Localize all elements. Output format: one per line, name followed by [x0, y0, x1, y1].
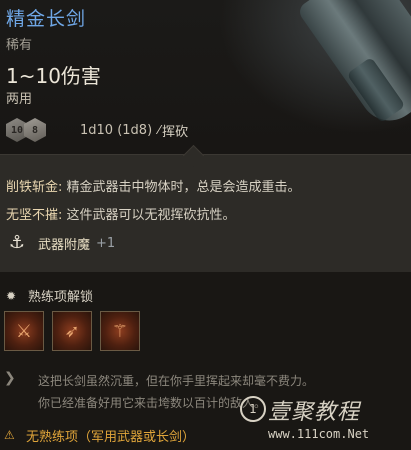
enchantment-bonus: +1	[96, 235, 116, 251]
enchantment-row: ⚓ 武器附魔 +1	[6, 232, 115, 254]
proficiency-title: 熟练项解锁	[28, 290, 94, 305]
warning-icon: ⚠	[4, 428, 15, 442]
dice-text: 1d10 (1d8)	[80, 122, 153, 138]
enchantment-label: 武器附魔	[38, 237, 91, 253]
damage-dice-row: 10 8 1d10 (1d8) ⁄ 挥砍	[6, 115, 188, 145]
warning-text: 无熟练项（军用武器或长剑）	[26, 430, 196, 445]
dice-icons: 10 8	[6, 118, 46, 142]
passive-name: 削铁斩金:	[6, 180, 63, 195]
item-handedness: 两用	[6, 92, 33, 107]
skill-1-icon[interactable]: ⚔	[4, 311, 44, 351]
skill-3-icon[interactable]: ⚚	[100, 311, 140, 351]
unlock-icon: ✹	[6, 288, 17, 303]
d8-die-icon: 8	[24, 118, 46, 142]
proficiency-header: ✹ 熟练项解锁	[6, 286, 94, 306]
passive-text: 这件武器可以无视挥砍抗性。	[62, 208, 236, 223]
item-rarity: 稀有	[6, 38, 33, 53]
proficiency-warning: ⚠ 无熟练项（军用武器或长剑）	[4, 426, 196, 446]
passive-name: 无坚不摧:	[6, 208, 63, 223]
watermark-title: 壹聚教程	[268, 400, 361, 425]
watermark-logo-icon: 1	[240, 396, 266, 422]
passive-text: 精金武器击中物体时，总是会造成重击。	[62, 180, 301, 195]
damage-type: 挥砍	[162, 124, 189, 140]
watermark-url: www.111com.Net	[268, 427, 370, 441]
flavor-line-2: 你已经准备好用它来击垮数以百计的敌人。	[38, 396, 267, 410]
passive-line-1: 削铁斩金: 精金武器击中物体时，总是会造成重击。	[6, 176, 301, 195]
item-name: 精金长剑	[6, 8, 87, 30]
slash-icon: ⁄	[158, 123, 161, 137]
proficiency-skills: ⚔ ➶ ⚚	[4, 311, 140, 351]
passive-line-2: 无坚不摧: 这件武器可以无视挥砍抗性。	[6, 204, 236, 223]
item-damage: 1~10伤害	[6, 64, 101, 88]
flavor-line-1: 这把长剑虽然沉重，但在你手里挥起来却毫不费力。	[38, 374, 315, 388]
quote-icon: ❯	[4, 370, 16, 386]
enchantment-icon: ⚓	[8, 232, 26, 253]
watermark: 1 壹聚教程 www.111com.Net	[240, 394, 410, 450]
skill-2-icon[interactable]: ➶	[52, 311, 92, 351]
